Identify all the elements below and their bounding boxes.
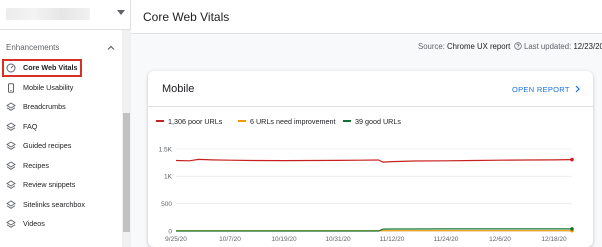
main-content: Source: Chrome UX report Last updated: 1…: [131, 34, 602, 247]
report-meta: Source: Chrome UX report Last updated: 1…: [131, 42, 602, 56]
sidebar-item-label: Review snippets: [23, 180, 76, 189]
last-updated: Last updated: 12/23/20: [524, 42, 602, 51]
legend-item-poor[interactable]: 1,306 poor URLs: [156, 117, 222, 126]
x-tick-label: 10/19/20: [271, 236, 297, 243]
y-tick-label: 1K: [164, 174, 173, 181]
sidebar-item-label: Guided recipes: [23, 141, 72, 150]
card-divider: [148, 106, 593, 107]
page-title: Core Web Vitals: [143, 10, 230, 24]
caret-down-icon[interactable]: [117, 10, 125, 15]
section-label: Enhancements: [6, 43, 60, 52]
legend-swatch: [343, 120, 351, 122]
y-tick-label: 0: [168, 228, 172, 235]
sidebar-item-label: Breadcrumbs: [23, 102, 66, 111]
layers-icon: [6, 141, 16, 150]
top-bar: Core Web Vitals: [131, 0, 602, 34]
chevron-right-icon: [575, 85, 580, 93]
card-title: Mobile: [162, 83, 195, 95]
updated-value: 12/23/20: [573, 42, 602, 51]
sidebar-item-mobile-usability[interactable]: Mobile Usability: [0, 78, 122, 98]
legend-label: 6 URLs need improvement: [250, 117, 336, 126]
x-tick-label: 11/12/20: [380, 236, 405, 243]
legend-swatch: [238, 120, 246, 122]
series-line-poor[interactable]: [175, 158, 573, 163]
legend-swatch: [156, 120, 164, 122]
layers-icon: [6, 199, 16, 209]
layers-icon: [6, 121, 16, 131]
sidebar-item-label: Recipes: [23, 160, 49, 170]
layers-icon: [6, 219, 16, 228]
x-tick-label: 10/31/20: [325, 236, 351, 243]
help-icon[interactable]: [514, 42, 523, 50]
scrollbar-thumb[interactable]: [123, 113, 130, 232]
updated-prefix: Last updated:: [524, 42, 572, 51]
source-prefix: Source:: [418, 42, 445, 51]
property-name-redacted: [6, 8, 90, 20]
sidebar-item-faq[interactable]: FAQ: [0, 117, 122, 137]
x-tick-label: 12/18/20: [541, 236, 567, 243]
source-value: Chrome UX report: [447, 42, 511, 51]
legend-label: 1,306 poor URLs: [168, 117, 223, 126]
sidebar-item-recipes[interactable]: Recipes: [0, 156, 122, 176]
open-report-link[interactable]: OPEN REPORT: [512, 85, 581, 94]
nav-list: Core Web Vitals Mobile Usability Breadcr…: [0, 58, 122, 234]
x-tick-label: 11/24/20: [434, 236, 459, 243]
x-tick-label: 12/6/20: [489, 236, 511, 243]
y-tick-label: 1.5K: [159, 146, 173, 153]
source-info: Source: Chrome UX report: [418, 42, 523, 51]
x-tick-label: 9/25/20: [165, 236, 187, 243]
series-end-point-poor[interactable]: [570, 157, 574, 162]
legend-item-needs-improvement[interactable]: 6 URLs need improvement: [238, 117, 336, 126]
chevron-up-icon[interactable]: [106, 43, 116, 53]
sidebar-item-breadcrumbs[interactable]: Breadcrumbs: [0, 97, 122, 117]
speed-icon: [6, 63, 16, 73]
legend-label: 39 good URLs: [355, 117, 401, 126]
sidebar-item-videos[interactable]: Videos: [0, 214, 122, 234]
open-report-label: OPEN REPORT: [511, 85, 570, 94]
series-end-point-good[interactable]: [570, 227, 574, 231]
sidebar-item-core-web-vitals[interactable]: Core Web Vitals: [0, 58, 122, 78]
sidebar-item-label: Sitelinks searchbox: [23, 199, 85, 209]
sidebar-item-guided-recipes[interactable]: Guided recipes: [0, 136, 122, 156]
enhancements-section-header[interactable]: Enhancements: [0, 38, 122, 58]
sidebar: Enhancements Core Web Vitals Mobile Usab…: [0, 0, 131, 247]
layers-icon: [6, 160, 16, 170]
sidebar-item-sitelinks-searchbox[interactable]: Sitelinks searchbox: [0, 195, 122, 215]
sidebar-scrollbar[interactable]: [122, 30, 131, 247]
sidebar-item-review-snippets[interactable]: Review snippets: [0, 175, 122, 195]
sidebar-item-label: Videos: [23, 219, 45, 228]
mobile-card: Mobile OPEN REPORT 1,306 poor URLs 6 URL…: [148, 71, 593, 247]
phone-icon: [8, 82, 14, 93]
sidebar-item-label: Core Web Vitals: [23, 63, 78, 72]
y-tick-label: 500: [161, 201, 172, 208]
sidebar-item-label: FAQ: [23, 121, 38, 131]
property-selector[interactable]: [0, 0, 131, 30]
chart-legend: 1,306 poor URLs 6 URLs need improvement …: [156, 117, 586, 129]
sidebar-item-label: Mobile Usability: [23, 82, 74, 92]
legend-item-good[interactable]: 39 good URLs: [343, 117, 401, 126]
layers-icon: [6, 102, 16, 111]
layers-icon: [6, 180, 16, 189]
line-chart: 1.5K 1K 500 09/25/20 10/7/20 10/19/20 10/31/20…: [159, 146, 574, 243]
x-tick-label: 10/7/20: [219, 236, 241, 243]
